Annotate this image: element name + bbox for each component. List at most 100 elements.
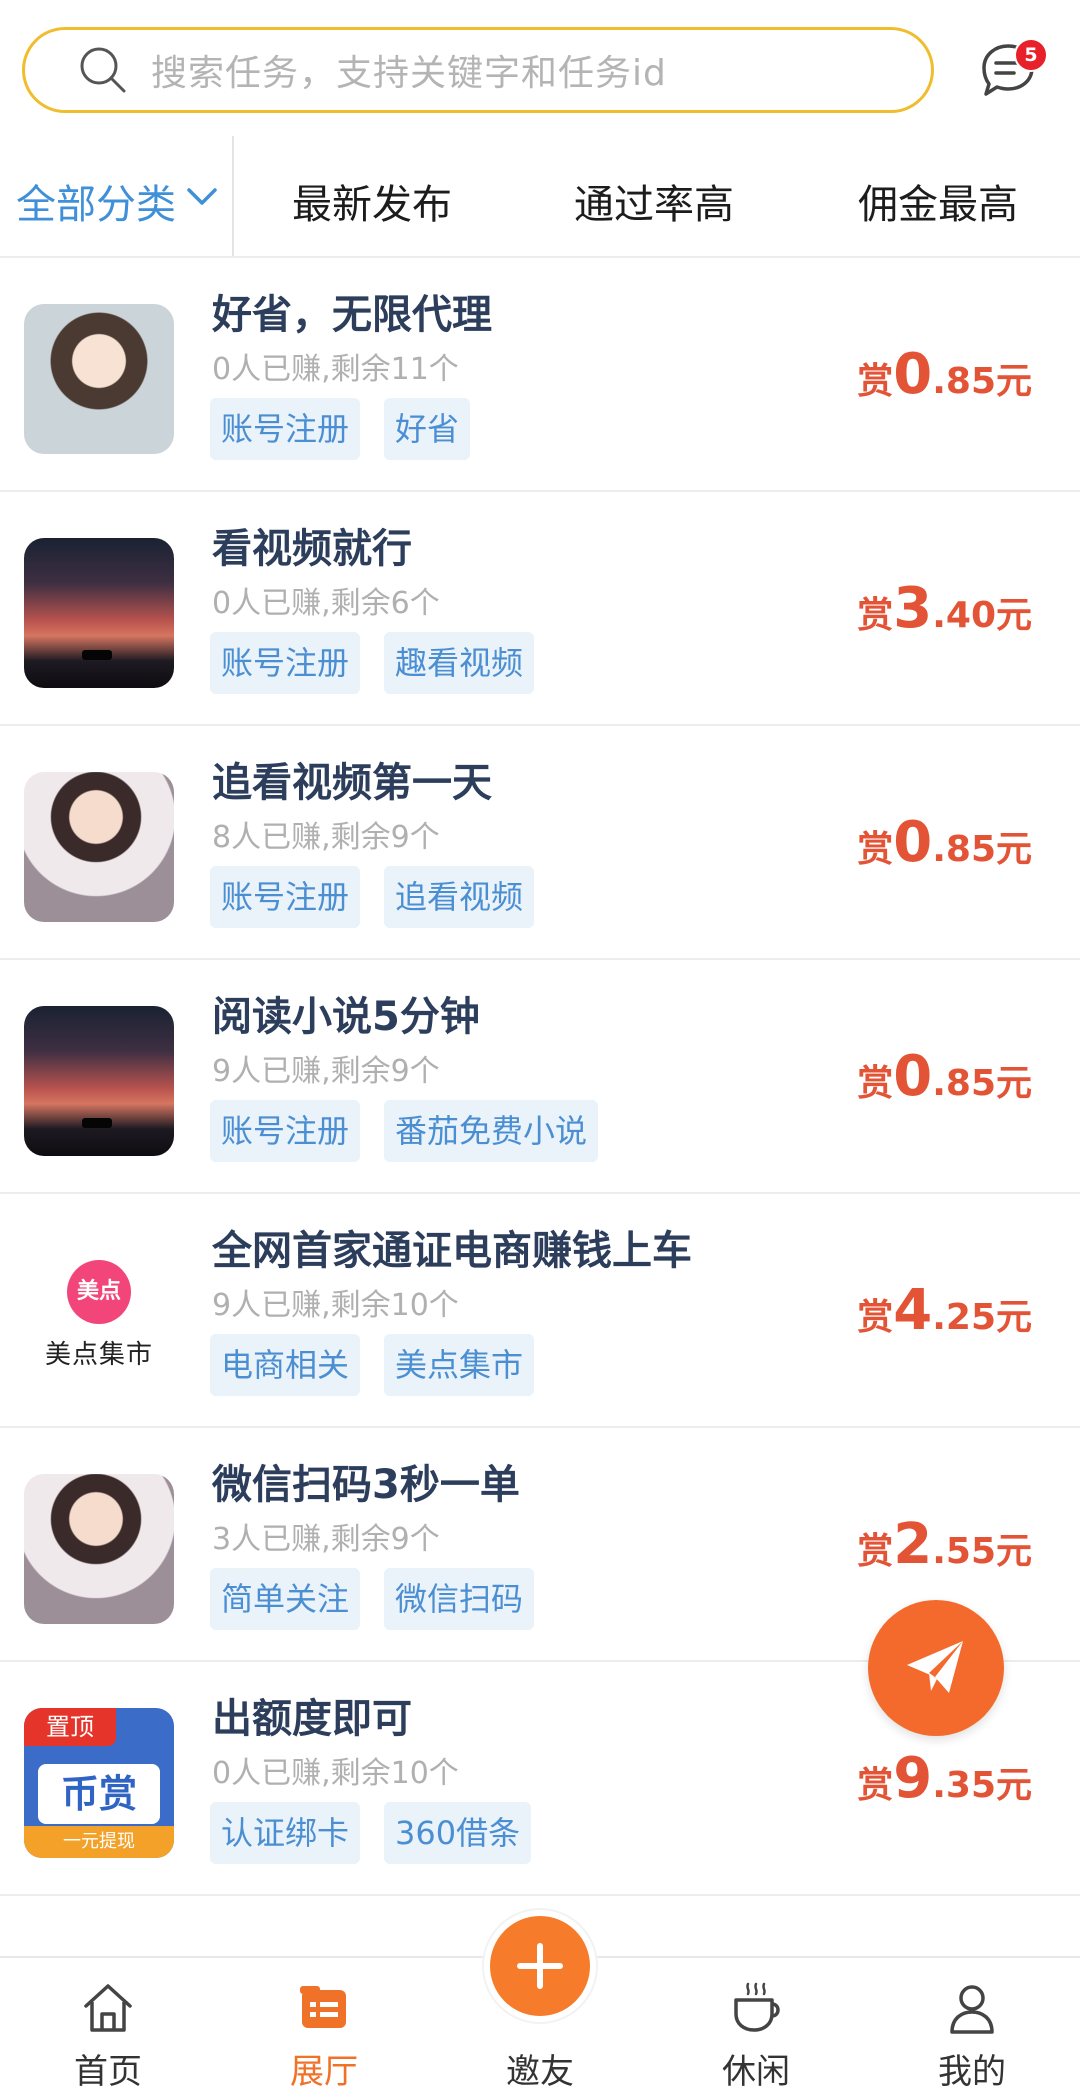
task-reward: 赏2.55元 [857,1512,1032,1577]
task-tags: 账号注册 番茄免费小说 [210,1100,599,1162]
task-reward: 赏0.85元 [857,342,1032,407]
task-tag: 360借条 [384,1802,532,1864]
task-item[interactable]: 好省，无限代理 0人已赚,剩余11个 账号注册 好省 赏0.85元 [0,258,1080,492]
task-tag: 电商相关 [210,1334,361,1396]
task-reward: 赏4.25元 [857,1278,1032,1343]
task-tag: 追看视频 [384,866,535,928]
task-reward: 赏3.40元 [857,576,1032,641]
task-tag: 好省 [384,398,471,460]
filter-divider [232,136,234,256]
task-tags: 账号注册 趣看视频 [210,632,535,694]
reward-prefix: 赏 [857,1297,894,1338]
task-tag: 账号注册 [210,632,361,694]
task-tags: 简单关注 微信扫码 [210,1568,535,1630]
nav-label: 展厅 [290,2052,358,2092]
task-item[interactable]: 看视频就行 0人已赚,剩余6个 账号注册 趣看视频 赏3.40元 [0,492,1080,726]
messages-button[interactable]: 5 [976,38,1048,108]
task-tag: 账号注册 [210,866,361,928]
task-tag: 简单关注 [210,1568,361,1630]
meidian-logo-badge: 美点 [67,1259,131,1324]
task-title: 微信扫码3秒一单 [212,1462,520,1508]
filter-tabs: 全部分类 最新发布 通过率高 佣金最高 [0,136,1080,258]
task-tags: 账号注册 好省 [210,398,471,460]
task-title: 阅读小说5分钟 [212,994,480,1040]
reward-decimal: .85元 [932,1063,1032,1104]
task-tag: 账号注册 [210,1100,361,1162]
task-title: 好省，无限代理 [212,292,492,338]
task-meta: 0人已赚,剩余10个 [212,1756,459,1791]
task-meta: 9人已赚,剩余10个 [212,1288,459,1323]
reward-decimal: .85元 [932,361,1032,402]
reward-prefix: 赏 [857,1765,894,1806]
nav-home[interactable]: 首页 [0,1958,216,2092]
reward-decimal: .40元 [932,595,1032,636]
chevron-down-icon[interactable] [186,186,218,208]
task-meta: 3人已赚,剩余9个 [212,1522,440,1557]
task-title: 看视频就行 [212,526,412,572]
reward-decimal: .55元 [932,1531,1032,1572]
reward-prefix: 赏 [857,361,894,402]
task-reward: 赏0.85元 [857,1044,1032,1109]
reward-integer: 3 [893,576,933,641]
nav-mine[interactable]: 我的 [864,1958,1080,2092]
task-avatar [24,772,174,922]
send-float-button[interactable] [868,1600,1004,1736]
reward-prefix: 赏 [857,595,894,636]
task-title: 追看视频第一天 [212,760,492,806]
task-meta: 9人已赚,剩余9个 [212,1054,440,1089]
cup-icon [734,1982,780,2032]
task-item[interactable]: 阅读小说5分钟 9人已赚,剩余9个 账号注册 番茄免费小说 赏0.85元 [0,960,1080,1194]
paper-plane-icon [907,1641,963,1693]
search-icon [80,47,126,93]
meidian-logo-name: 美点集市 [44,1339,153,1370]
reward-decimal: .85元 [932,829,1032,870]
nav-hall[interactable]: 展厅 [216,1958,432,2092]
bishang-logo-sub: 一元提现 [24,1826,174,1858]
pinned-tag: 置顶 [24,1708,116,1746]
top-bar: 搜索任务，支持关键字和任务id 5 [0,0,1080,128]
task-reward: 赏9.35元 [857,1746,1032,1811]
nav-label: 我的 [938,2052,1006,2092]
task-meta: 0人已赚,剩余11个 [212,352,459,387]
task-avatar [24,538,174,688]
search-placeholder[interactable]: 搜索任务，支持关键字和任务id [151,44,667,96]
task-title: 出额度即可 [212,1696,412,1742]
reward-decimal: .25元 [932,1297,1032,1338]
invite-plus-button[interactable] [484,1910,596,2022]
task-tag: 美点集市 [384,1334,535,1396]
reward-integer: 0 [893,342,933,407]
reward-integer: 4 [893,1278,933,1343]
tab-latest[interactable]: 最新发布 [292,172,452,230]
reward-integer: 0 [893,810,933,875]
task-reward: 赏0.85元 [857,810,1032,875]
task-title: 全网首家通证电商赚钱上车 [212,1228,692,1274]
task-meta: 0人已赚,剩余6个 [212,586,440,621]
task-item[interactable]: 追看视频第一天 8人已赚,剩余9个 账号注册 追看视频 赏0.85元 [0,726,1080,960]
nav-label: 休闲 [722,2052,790,2092]
task-tags: 账号注册 追看视频 [210,866,535,928]
app: 搜索任务，支持关键字和任务id 5 全部分类 最新发布 通过率高 佣金最高 好省… [0,0,1080,2092]
task-item[interactable]: 美点 美点集市 全网首家通证电商赚钱上车 9人已赚,剩余10个 电商相关 美点集… [0,1194,1080,1428]
reward-prefix: 赏 [857,829,894,870]
tab-pass-rate[interactable]: 通过率高 [574,172,734,230]
reward-decimal: .35元 [932,1765,1032,1806]
task-tags: 电商相关 美点集市 [210,1334,535,1396]
category-dropdown[interactable]: 全部分类 [16,172,176,230]
task-avatar [24,1006,174,1156]
task-meta: 8人已赚,剩余9个 [212,820,440,855]
task-tag: 认证绑卡 [210,1802,361,1864]
hall-icon [300,1986,346,2028]
message-count-badge: 5 [1014,38,1048,72]
nav-label: 首页 [74,2052,142,2092]
plus-icon [517,1943,563,1989]
search-bar[interactable]: 搜索任务，支持关键字和任务id [22,27,934,113]
task-tag: 趣看视频 [384,632,535,694]
reward-integer: 0 [893,1044,933,1109]
reward-integer: 2 [893,1512,933,1577]
nav-label: 邀友 [506,2052,574,2092]
reward-integer: 9 [893,1746,933,1811]
nav-leisure[interactable]: 休闲 [648,1958,864,2092]
tab-commission[interactable]: 佣金最高 [858,172,1018,230]
task-logo: 美点 美点集市 [24,1240,174,1390]
task-tag: 番茄免费小说 [384,1100,599,1162]
